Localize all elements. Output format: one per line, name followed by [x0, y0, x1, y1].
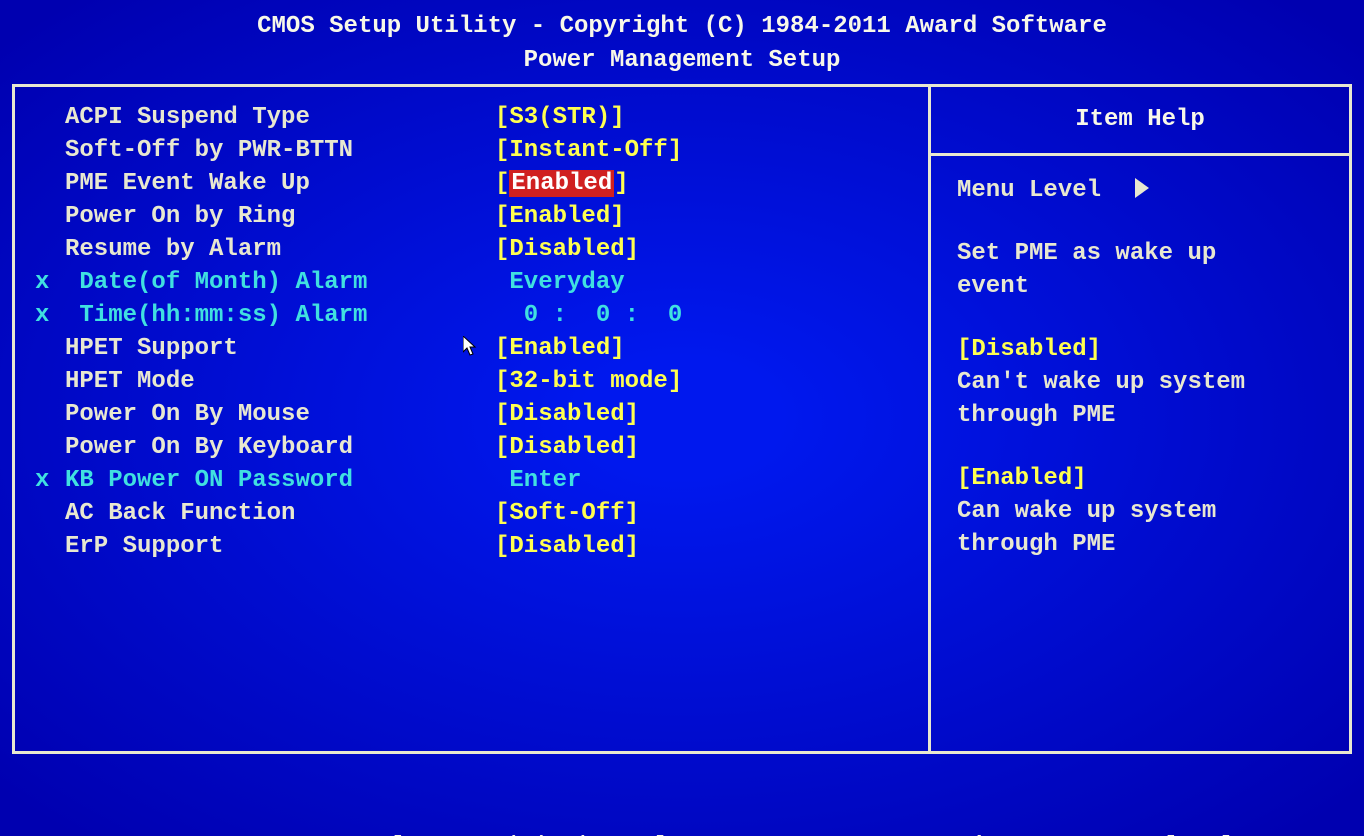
- setting-value[interactable]: [Enabled]: [495, 167, 629, 200]
- help-description: Set PME as wake up event: [957, 237, 1331, 303]
- setting-row[interactable]: Resume by Alarm[Disabled]: [55, 233, 918, 266]
- item-help-pane: Item Help Menu Level Set PME as wake up …: [931, 87, 1349, 751]
- item-help-body: Menu Level Set PME as wake up event [Dis…: [931, 156, 1349, 571]
- help-line: Can't wake up system: [957, 366, 1331, 399]
- setting-label: Date(of Month) Alarm: [65, 266, 495, 299]
- disabled-mark: x: [35, 266, 65, 299]
- setting-row[interactable]: ErP Support[Disabled]: [55, 530, 918, 563]
- setting-label: HPET Mode: [65, 365, 495, 398]
- footer-line-1: ↑↓→←:Move Enter:Select +/-/PU/PD:Value F…: [12, 830, 1352, 836]
- setting-value[interactable]: [Disabled]: [495, 398, 639, 431]
- help-line: through PME: [957, 528, 1331, 561]
- help-option-title: [Enabled]: [957, 462, 1331, 495]
- setting-label: Power On by Ring: [65, 200, 495, 233]
- main-panel: ACPI Suspend Type[S3(STR)]Soft-Off by PW…: [12, 84, 1352, 754]
- disabled-mark: [35, 200, 65, 233]
- setting-row[interactable]: HPET Support[Enabled]: [55, 332, 918, 365]
- setting-value[interactable]: [Enabled]: [495, 332, 625, 365]
- setting-row[interactable]: AC Back Function[Soft-Off]: [55, 497, 918, 530]
- setting-value[interactable]: [Instant-Off]: [495, 134, 682, 167]
- bios-title: CMOS Setup Utility - Copyright (C) 1984-…: [12, 10, 1352, 44]
- setting-row: x Time(hh:mm:ss) Alarm 0 : 0 : 0: [55, 299, 918, 332]
- item-help-title: Item Help: [931, 87, 1349, 156]
- disabled-mark: [35, 497, 65, 530]
- disabled-mark: [35, 233, 65, 266]
- setting-value[interactable]: [32-bit mode]: [495, 365, 682, 398]
- setting-value: Enter: [495, 464, 581, 497]
- setting-row: x Date(of Month) Alarm Everyday: [55, 266, 918, 299]
- setting-value: Everyday: [495, 266, 625, 299]
- setting-value[interactable]: [Disabled]: [495, 233, 639, 266]
- disabled-mark: [35, 530, 65, 563]
- bios-screen: CMOS Setup Utility - Copyright (C) 1984-…: [0, 0, 1364, 836]
- setting-row[interactable]: HPET Mode[32-bit mode]: [55, 365, 918, 398]
- setting-value[interactable]: [Enabled]: [495, 200, 625, 233]
- bios-header: CMOS Setup Utility - Copyright (C) 1984-…: [12, 4, 1352, 84]
- setting-label: Power On By Keyboard: [65, 431, 495, 464]
- setting-label: HPET Support: [65, 332, 495, 365]
- setting-label: Time(hh:mm:ss) Alarm: [65, 299, 495, 332]
- disabled-mark: [35, 134, 65, 167]
- setting-value[interactable]: [Disabled]: [495, 530, 639, 563]
- setting-label: Soft-Off by PWR-BTTN: [65, 134, 495, 167]
- menu-level: Menu Level: [957, 174, 1331, 207]
- help-line: event: [957, 270, 1331, 303]
- setting-row[interactable]: Power On by Ring[Enabled]: [55, 200, 918, 233]
- setting-label: PME Event Wake Up: [65, 167, 495, 200]
- help-line: Can wake up system: [957, 495, 1331, 528]
- setting-row[interactable]: Power On By Keyboard[Disabled]: [55, 431, 918, 464]
- disabled-mark: [35, 167, 65, 200]
- setting-value: 0 : 0 : 0: [495, 299, 682, 332]
- disabled-mark: [35, 101, 65, 134]
- setting-label: Power On By Mouse: [65, 398, 495, 431]
- disabled-mark: x: [35, 299, 65, 332]
- setting-label: AC Back Function: [65, 497, 495, 530]
- setting-row[interactable]: Soft-Off by PWR-BTTN[Instant-Off]: [55, 134, 918, 167]
- help-option-title: [Disabled]: [957, 333, 1331, 366]
- setting-label: KB Power ON Password: [65, 464, 495, 497]
- disabled-mark: [35, 332, 65, 365]
- disabled-mark: [35, 431, 65, 464]
- key-help-footer: ↑↓→←:Move Enter:Select +/-/PU/PD:Value F…: [12, 754, 1352, 836]
- help-line: through PME: [957, 399, 1331, 432]
- setting-value[interactable]: [Soft-Off]: [495, 497, 639, 530]
- setting-label: Resume by Alarm: [65, 233, 495, 266]
- help-line: Set PME as wake up: [957, 237, 1331, 270]
- menu-level-arrow-icon: [1135, 178, 1149, 198]
- help-option-disabled: [Disabled] Can't wake up system through …: [957, 333, 1331, 432]
- menu-level-label: Menu Level: [957, 177, 1101, 204]
- setting-row[interactable]: ACPI Suspend Type[S3(STR)]: [55, 101, 918, 134]
- selected-value[interactable]: Enabled: [509, 170, 614, 197]
- setting-value[interactable]: [Disabled]: [495, 431, 639, 464]
- disabled-mark: x: [35, 464, 65, 497]
- bios-subtitle: Power Management Setup: [12, 44, 1352, 78]
- settings-pane: ACPI Suspend Type[S3(STR)]Soft-Off by PW…: [15, 87, 931, 751]
- setting-row: xKB Power ON Password Enter: [55, 464, 918, 497]
- help-option-enabled: [Enabled] Can wake up system through PME: [957, 462, 1331, 561]
- disabled-mark: [35, 398, 65, 431]
- setting-row[interactable]: Power On By Mouse[Disabled]: [55, 398, 918, 431]
- setting-row[interactable]: PME Event Wake Up[Enabled]: [55, 167, 918, 200]
- setting-label: ErP Support: [65, 530, 495, 563]
- disabled-mark: [35, 365, 65, 398]
- setting-value[interactable]: [S3(STR)]: [495, 101, 625, 134]
- setting-label: ACPI Suspend Type: [65, 101, 495, 134]
